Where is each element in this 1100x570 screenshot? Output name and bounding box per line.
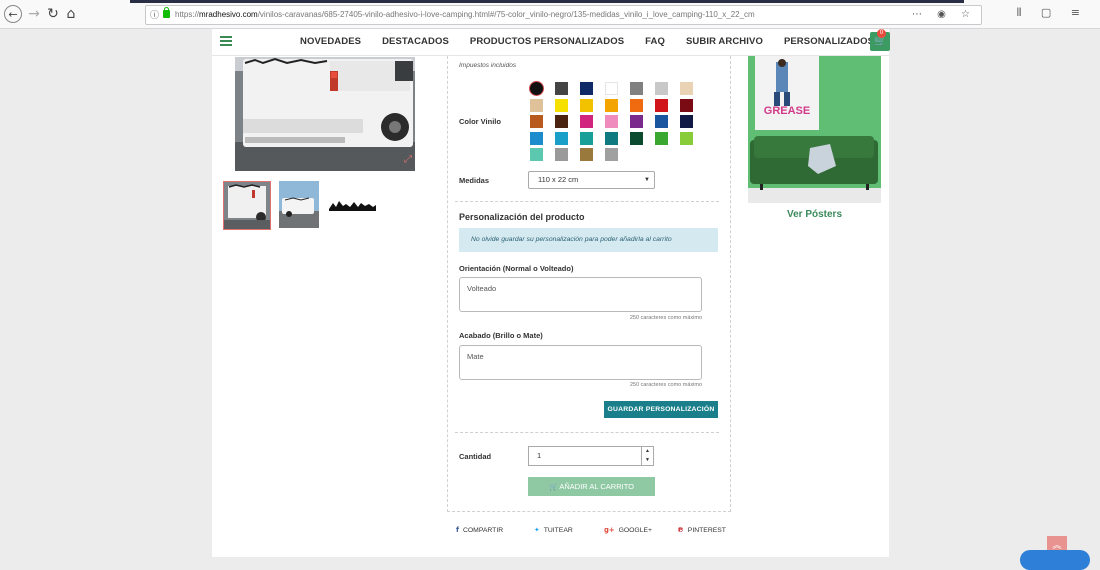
color-swatch[interactable] (655, 115, 668, 128)
color-swatch[interactable] (555, 131, 568, 145)
cart-button[interactable]: 🛒 0 (870, 29, 890, 51)
nav-subir-archivo[interactable]: SUBIR ARCHIVO (686, 36, 763, 47)
cart-icon: 🛒 (549, 483, 558, 491)
divider (455, 432, 719, 433)
thumbnail-3[interactable] (329, 181, 377, 230)
color-swatch[interactable] (580, 131, 593, 145)
pinterest-icon: ℗ (677, 526, 684, 534)
url-text[interactable]: https://mradhesivo.com/vinilos-caravanas… (175, 6, 755, 24)
site-header: NOVEDADES DESTACADOS PRODUCTOS PERSONALIZA… (212, 29, 890, 56)
color-swatch[interactable] (605, 148, 618, 161)
nav-destacados[interactable]: DESTACADOS (382, 36, 449, 47)
finish-char-limit: 250 caracteres como máximo (629, 382, 702, 388)
facebook-icon: f (456, 526, 459, 534)
orientation-char-limit: 250 caracteres como máximo (629, 315, 702, 321)
chevron-down-icon: ▼ (644, 177, 650, 183)
thumbnail-1[interactable] (223, 181, 271, 230)
share-pinterest-link[interactable]: ℗ PINTEREST (677, 526, 726, 534)
customization-title: Personalización del producto (459, 212, 585, 222)
quantity-value: 1 (537, 451, 542, 460)
forward-icon[interactable]: → (25, 5, 43, 23)
address-bar[interactable]: ⓘ https://mradhesivo.com/vinilos-caravan… (145, 5, 982, 25)
svg-text:GREASE: GREASE (764, 105, 810, 117)
save-customization-button[interactable]: GUARDAR PERSONALIZACIÓN (604, 401, 718, 418)
divider (455, 201, 719, 202)
color-swatch[interactable] (555, 82, 568, 95)
finish-label: Acabado (Brillo o Mate) (459, 331, 543, 340)
share-facebook-link[interactable]: f COMPARTIR (456, 526, 503, 534)
color-swatch[interactable] (580, 115, 593, 128)
tax-note: Impuestos incluidos (459, 62, 517, 69)
color-swatch[interactable] (555, 115, 568, 128)
info-icon[interactable]: ⓘ (150, 6, 159, 24)
color-label: Color Vinilo (459, 117, 501, 126)
color-swatch[interactable] (655, 98, 668, 112)
color-swatch[interactable] (530, 82, 543, 95)
color-swatch[interactable] (680, 98, 693, 112)
color-swatch[interactable] (680, 115, 693, 128)
color-swatch[interactable] (530, 148, 543, 161)
color-swatch[interactable] (630, 82, 643, 95)
nav-personalizados[interactable]: PERSONALIZADOS (784, 36, 874, 47)
expand-icon[interactable]: ⤢ (401, 153, 415, 167)
lock-icon (163, 7, 170, 18)
nav-faq[interactable]: FAQ (645, 36, 665, 47)
menu-icon[interactable] (220, 36, 232, 47)
color-swatch[interactable] (530, 98, 543, 112)
thumbnail-2[interactable] (279, 181, 327, 230)
orientation-field[interactable]: Volteado (459, 277, 702, 312)
tab-strip-edge (130, 0, 964, 3)
customization-info: No olvide guardar su personalización par… (459, 228, 718, 252)
share-google-link[interactable]: g+ GOOGLE+ (604, 526, 652, 534)
google-plus-icon: g+ (604, 526, 615, 534)
quantity-spin-icon[interactable]: ▲ ▼ (641, 447, 653, 465)
color-swatch[interactable] (605, 131, 618, 145)
cart-count-badge: 0 (877, 29, 886, 38)
color-swatch[interactable] (630, 131, 643, 145)
color-swatch[interactable] (680, 131, 693, 145)
reload-icon[interactable]: ↻ (44, 5, 62, 23)
color-swatch[interactable] (555, 148, 568, 161)
library-sidebar-menu-icons[interactable]: ⫴ ▢ ≡ (1017, 6, 1088, 20)
color-swatch[interactable] (580, 148, 593, 161)
browser-toolbar: ← → ↻ ⌂ ⓘ https://mradhesivo.com/vinilos… (0, 0, 1100, 29)
color-swatch[interactable] (655, 131, 668, 145)
home-icon[interactable]: ⌂ (62, 5, 80, 23)
quantity-stepper[interactable]: 1 ▲ ▼ (528, 446, 654, 466)
color-swatch[interactable] (605, 115, 618, 128)
poster-promo-image[interactable]: GREASE (748, 56, 881, 203)
share-twitter-link[interactable]: ✦ TUITEAR (534, 526, 573, 534)
color-swatch[interactable] (605, 82, 618, 95)
view-posters-link[interactable]: Ver Pósters (748, 209, 881, 220)
add-to-cart-button[interactable]: 🛒 AÑADIR AL CARRITO (528, 477, 655, 496)
quantity-label: Cantidad (459, 452, 492, 461)
color-swatch[interactable] (530, 131, 543, 145)
orientation-label: Orientación (Normal o Volteado) (459, 264, 574, 273)
back-icon[interactable]: ← (4, 5, 22, 23)
color-swatch[interactable] (530, 115, 543, 128)
size-label: Medidas (459, 176, 490, 185)
page-actions-icons[interactable]: ⋯ ◉ ☆ (912, 6, 976, 24)
color-swatch[interactable] (680, 82, 693, 95)
color-swatch[interactable] (580, 82, 593, 95)
size-select[interactable]: 110 x 22 cm ▼ (528, 171, 655, 189)
color-swatch[interactable] (555, 98, 568, 112)
color-swatch[interactable] (630, 115, 643, 128)
add-to-cart-label: AÑADIR AL CARRITO (559, 482, 634, 491)
chat-widget-button[interactable] (1020, 550, 1090, 570)
nav-productos-personalizados[interactable]: PRODUCTOS PERSONALIZADOS (470, 36, 624, 47)
nav-novedades[interactable]: NOVEDADES (300, 36, 361, 47)
main-nav: NOVEDADES DESTACADOS PRODUCTOS PERSONALIZA… (300, 36, 895, 47)
product-main-image[interactable]: ⤢ (235, 57, 415, 171)
finish-field[interactable]: Mate (459, 345, 702, 380)
twitter-icon: ✦ (534, 526, 540, 534)
color-swatch[interactable] (630, 98, 643, 112)
size-select-value: 110 x 22 cm (538, 175, 579, 184)
color-swatch[interactable] (655, 82, 668, 95)
color-swatch[interactable] (605, 98, 618, 112)
color-swatch[interactable] (580, 98, 593, 112)
